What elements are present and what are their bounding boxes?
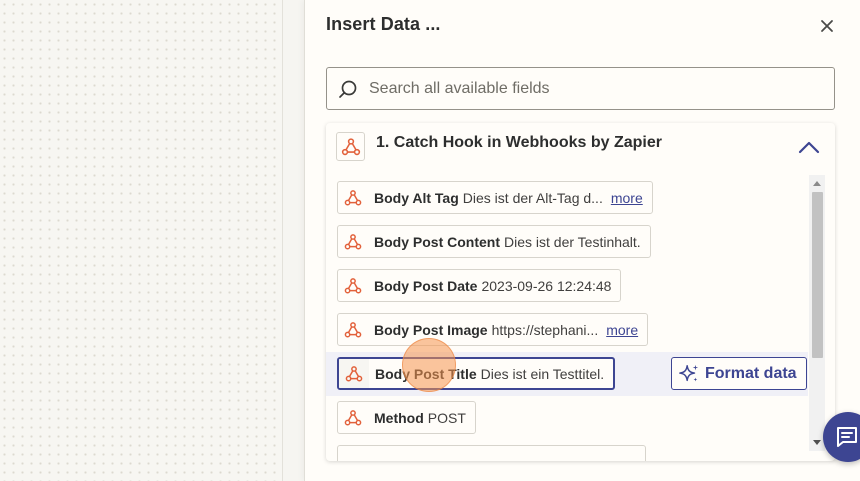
field-item-body-post-image[interactable]: Body Post Image https://stephani... more — [337, 313, 649, 346]
webhook-icon — [336, 132, 365, 161]
search-input[interactable] — [369, 79, 809, 98]
more-link[interactable]: more — [611, 190, 643, 206]
field-value: POST — [427, 409, 466, 426]
more-link[interactable]: more — [606, 322, 638, 338]
field-name: Method — [374, 409, 424, 426]
field-item-body-post-title[interactable]: Body Post Title Dies ist ein Testtitel. — [337, 357, 616, 390]
insert-data-panel: Insert Data ... 1. Catch Hook in — [304, 0, 860, 481]
search-field[interactable] — [326, 67, 835, 110]
webhook-icon — [338, 402, 368, 433]
field-item-body-post-content[interactable]: Body Post Content Dies ist der Testinhal… — [337, 225, 651, 258]
field-item-next[interactable] — [337, 445, 646, 461]
step-card: 1. Catch Hook in Webhooks by Zapier Body… — [326, 123, 835, 461]
field-value: Dies ist der Alt-Tag d... — [462, 189, 603, 206]
search-icon — [337, 78, 359, 100]
scrollbar-thumb[interactable] — [812, 192, 823, 358]
format-data-button[interactable]: Format data — [671, 357, 807, 390]
webhook-icon — [338, 226, 368, 257]
webhook-icon — [338, 270, 368, 301]
chevron-up-icon — [798, 141, 820, 154]
field-value: Dies ist ein Testtitel. — [480, 365, 605, 382]
fields-scrollbar[interactable] — [809, 175, 825, 451]
close-icon — [821, 20, 833, 32]
field-item-method[interactable]: Method POST — [337, 401, 476, 434]
field-value: 2023-09-26 12:24:48 — [481, 277, 612, 294]
webhook-icon — [339, 359, 369, 388]
field-item-body-post-date[interactable]: Body Post Date 2023-09-26 12:24:48 — [337, 269, 622, 302]
field-item-body-alt-tag[interactable]: Body Alt Tag Dies ist der Alt-Tag d... m… — [337, 181, 653, 214]
field-value: https://stephani... — [491, 321, 599, 338]
collapse-button[interactable] — [798, 140, 820, 156]
close-button[interactable] — [815, 14, 839, 38]
field-name: Body Post Date — [374, 277, 478, 294]
sparkle-icon — [679, 364, 699, 381]
field-name: Body Post Image — [374, 321, 488, 338]
webhook-icon — [338, 182, 368, 213]
step-title: 1. Catch Hook in Webhooks by Zapier — [376, 134, 662, 151]
field-name: Body Alt Tag — [374, 189, 459, 206]
scroll-up-arrow[interactable] — [809, 175, 825, 191]
step-header[interactable]: 1. Catch Hook in Webhooks by Zapier — [326, 123, 835, 171]
field-name: Body Post Title — [375, 365, 477, 382]
chat-icon — [837, 427, 857, 447]
field-value: Dies ist der Testinhalt. — [504, 233, 641, 250]
webhook-icon — [338, 314, 368, 345]
canvas-side-strip — [282, 0, 304, 481]
field-name: Body Post Content — [374, 233, 500, 250]
panel-title: Insert Data ... — [326, 14, 441, 34]
format-data-label: Format data — [705, 364, 797, 382]
